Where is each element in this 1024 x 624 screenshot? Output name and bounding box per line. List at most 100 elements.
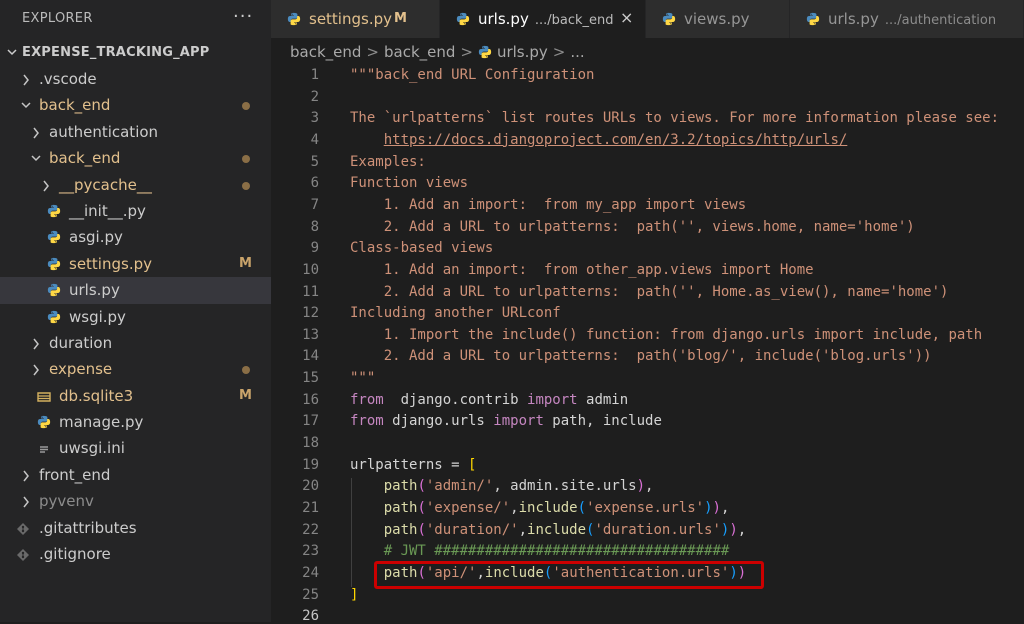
python-file-icon — [47, 310, 61, 323]
vscode-window: EXPLORER ··· EXPENSE_TRACKING_APP .vscod… — [0, 0, 1024, 624]
code-token: , — [737, 521, 747, 538]
breadcrumb-item-back-end-2[interactable]: back_end — [384, 43, 455, 61]
code-token: Class-based views — [350, 240, 494, 257]
close-icon[interactable]: × — [620, 8, 633, 27]
code-token: 1. Add an import: from other_app.views i… — [350, 261, 814, 278]
tree-item-pycache[interactable]: __pycache__ — [0, 172, 271, 198]
tree-item-gitattributes[interactable]: .gitattributes — [0, 515, 271, 541]
code-token: [ — [468, 456, 477, 473]
line-number: 13 — [302, 326, 319, 343]
line-number: 21 — [302, 500, 319, 516]
code-line[interactable]: """back_end URL Configuration — [350, 67, 594, 83]
code-editor[interactable]: 1 """back_end URL Configuration 2 3 The `url… — [271, 64, 1024, 624]
git-modified-badge: M — [239, 255, 252, 271]
tree-item-settings-py[interactable]: settings.py M — [0, 251, 271, 277]
code-line[interactable]: 2. Add a URL to urlpatterns: path('', Ho… — [350, 284, 949, 300]
code-line[interactable]: Including another URLconf — [350, 305, 561, 321]
code-line[interactable]: path('duration/',include('duration.urls'… — [350, 521, 747, 538]
tab-filename: settings.py — [309, 10, 392, 28]
code-token: 1. Add an import: from my_app import vie… — [350, 196, 747, 213]
tree-item-label: back_end — [39, 96, 111, 115]
tree-item-back-end[interactable]: back_end — [0, 92, 271, 118]
code-token: ( — [417, 500, 426, 516]
tree-item-authentication[interactable]: authentication — [0, 119, 271, 145]
code-token: path — [383, 478, 418, 495]
tree-item-gitignore[interactable]: .gitignore — [0, 541, 271, 567]
code-line[interactable]: 1. Add an import: from my_app import vie… — [350, 197, 746, 213]
code-line[interactable]: path('expense/',include('expense.urls'))… — [350, 500, 730, 516]
modified-dot — [242, 102, 250, 111]
tab-urls-py-authentication[interactable]: urls.py .../authentication — [790, 0, 1024, 38]
code-token: urlpatterns = — [350, 456, 469, 473]
code-token: path — [383, 500, 418, 516]
code-line[interactable]: 1. Import the include() function: from d… — [350, 327, 982, 343]
code-token: Examples: — [350, 153, 426, 170]
code-token: """ — [350, 370, 376, 387]
code-line[interactable]: """ — [350, 370, 375, 386]
tree-item-db-sqlite3[interactable]: db.sqlite3 M — [0, 383, 271, 409]
tree-item-manage-py[interactable]: manage.py — [0, 409, 271, 435]
code-line[interactable]: from django.contrib import admin — [350, 392, 628, 408]
code-line[interactable]: https://docs.djangoproject.com/en/3.2/to… — [350, 131, 848, 148]
tree-item-label: __pycache__ — [59, 175, 152, 194]
tree-item-asgi-py[interactable]: asgi.py — [0, 224, 271, 250]
tree-item-front-end[interactable]: front_end — [0, 462, 271, 488]
line-number: 11 — [302, 283, 319, 300]
code-token: from — [350, 413, 384, 430]
code-line[interactable]: Class-based views — [350, 240, 493, 256]
tree-item-uwsgi-ini[interactable]: uwsgi.ini — [0, 435, 271, 461]
tab-label: urls.py .../back_end — [478, 10, 614, 28]
tree-item-vscode[interactable]: .vscode — [0, 66, 271, 92]
python-file-icon — [47, 284, 61, 297]
tree-item-duration[interactable]: duration — [0, 330, 271, 356]
git-file-icon — [17, 549, 29, 562]
tree-item-expense[interactable]: expense — [0, 356, 271, 382]
breadcrumb-item-symbol[interactable]: ... — [570, 43, 584, 61]
chevron-down-icon — [7, 49, 17, 56]
code-line[interactable]: 2. Add a URL to urlpatterns: path('', vi… — [350, 219, 915, 235]
code-line[interactable]: from django.urls import path, include — [350, 413, 662, 429]
tree-item-pyvenv[interactable]: pyvenv — [0, 488, 271, 514]
tab-filename: views.py — [684, 10, 750, 28]
code-token: path, include — [543, 413, 662, 430]
tree-item-init-py[interactable]: __init__.py — [0, 198, 271, 224]
tab-label: views.py — [684, 10, 750, 28]
code-token: , — [645, 478, 654, 495]
code-line[interactable]: 1. Add an import: from other_app.views i… — [350, 262, 814, 278]
code-line[interactable]: Function views — [350, 175, 468, 191]
tab-urls-py-back_end[interactable]: urls.py .../back_end × — [440, 0, 646, 38]
tree-item-label: .vscode — [39, 70, 97, 88]
breadcrumb-separator: > — [366, 43, 379, 61]
code-line[interactable]: ] — [350, 587, 358, 603]
python-file-icon — [456, 12, 470, 26]
tab-filename: urls.py — [828, 10, 879, 28]
tree-item-back-end[interactable]: back_end — [0, 145, 271, 171]
code-token: 'expense.urls' — [586, 500, 705, 516]
line-number: 24 — [302, 564, 319, 581]
breadcrumb-item-urls-py[interactable]: urls.py — [497, 43, 548, 61]
tree-item-urls-py[interactable]: urls.py — [0, 277, 271, 304]
git-modified-badge: M — [239, 387, 252, 403]
more-actions-icon[interactable]: ··· — [233, 6, 253, 27]
workspace-root[interactable]: EXPENSE_TRACKING_APP — [0, 40, 271, 66]
tab-views-py[interactable]: views.py — [646, 0, 790, 38]
tree-item-wsgi-py[interactable]: wsgi.py — [0, 304, 271, 330]
modified-dot — [242, 366, 250, 375]
line-number: 22 — [302, 521, 319, 538]
code-line[interactable]: path('admin/', admin.site.urls), — [350, 478, 654, 495]
python-file-icon — [47, 204, 61, 218]
code-line[interactable]: 2. Add a URL to urlpatterns: path('blog/… — [350, 348, 932, 364]
code-line[interactable]: Examples: — [350, 154, 426, 170]
line-number: 12 — [302, 305, 319, 322]
line-number: 4 — [310, 131, 319, 148]
code-line[interactable]: urlpatterns = [ — [350, 457, 476, 473]
code-line[interactable]: # JWT ##################################… — [350, 543, 730, 559]
tab-settings-py[interactable]: settings.py M — [271, 0, 440, 38]
breadcrumb-item-back-end[interactable]: back_end — [290, 43, 361, 61]
tree-item-label: expense — [49, 360, 113, 379]
breadcrumb: back_end > back_end > urls.py >... — [290, 43, 585, 63]
code-token: https://docs.djangoproject.com/en/3.2/to… — [383, 131, 848, 148]
code-line[interactable]: The `urlpatterns` list routes URLs to vi… — [350, 110, 999, 126]
